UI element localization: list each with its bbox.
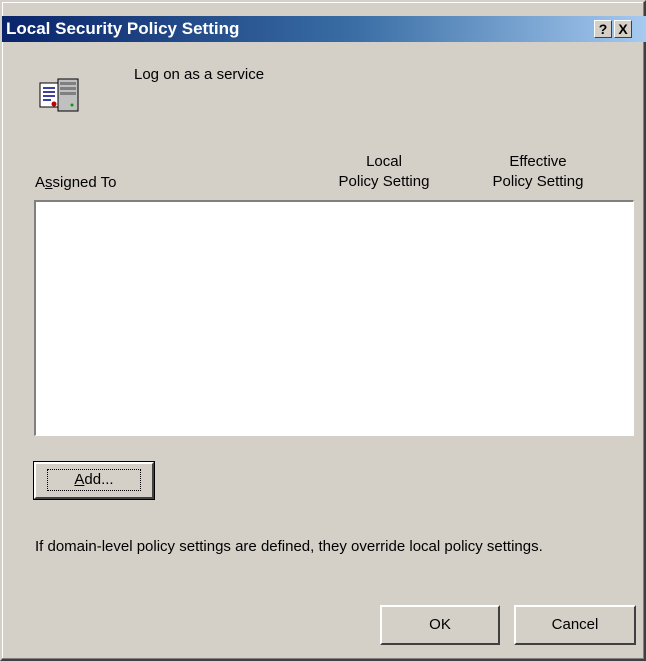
policy-name: Log on as a service [134, 66, 265, 83]
column-header-effective-policy: Effective Policy Setting [492, 153, 584, 190]
policy-server-icon [39, 78, 79, 112]
window-title: Local Security Policy Setting [6, 19, 240, 38]
policy-setting-dialog: Local Security Policy Setting ? X Log on… [0, 0, 646, 661]
add-button-label: Add... [47, 469, 141, 491]
add-button[interactable]: Add... [33, 461, 155, 500]
domain-policy-note: If domain-level policy settings are defi… [35, 538, 543, 555]
close-button[interactable]: X [614, 20, 632, 38]
column-header-local-policy: Local Policy Setting [338, 153, 430, 190]
cancel-button[interactable]: Cancel [514, 605, 636, 645]
assigned-to-list[interactable] [34, 200, 634, 436]
column-header-assigned-to: Assigned To [35, 174, 117, 191]
title-bar[interactable]: Local Security Policy Setting ? X [2, 16, 646, 42]
ok-button[interactable]: OK [380, 605, 500, 645]
help-button[interactable]: ? [594, 20, 612, 38]
